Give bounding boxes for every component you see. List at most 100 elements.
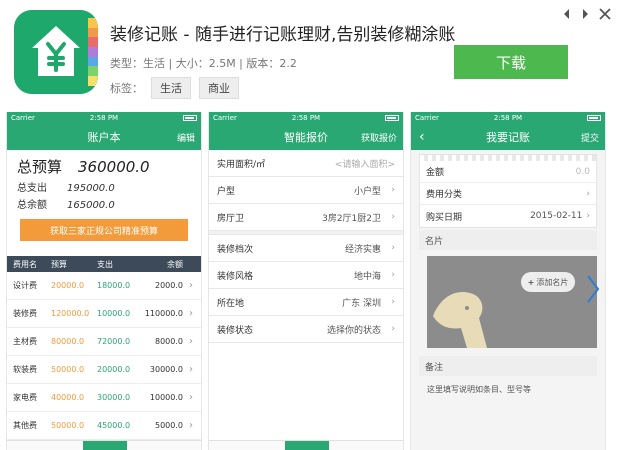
date-field[interactable]: 购买日期 2015-02-11 › xyxy=(420,205,596,227)
close-icon[interactable] xyxy=(598,6,612,22)
date-label: 购买日期 xyxy=(426,212,463,223)
status-field[interactable]: 装修状态 选择你的状态 › xyxy=(209,316,403,343)
chevron-right-icon: › xyxy=(189,336,193,347)
grade-field[interactable]: 装修档次 经济实惠 › xyxy=(209,235,403,262)
location-value: 广东 深圳 xyxy=(342,298,381,309)
total-balance-value: 165000.0 xyxy=(67,200,115,211)
carrier-label: Carrier xyxy=(213,114,237,122)
nav-bar: ‹ 我要记账 提交 xyxy=(411,124,605,150)
table-row[interactable]: 家电费 40000.0 30000.0 10000.0 › xyxy=(7,384,201,412)
carrier-label: Carrier xyxy=(11,114,35,122)
row-name: 软装费 xyxy=(13,365,37,374)
page-title: 账户本 xyxy=(87,131,121,144)
tag-business[interactable]: 商业 xyxy=(199,77,239,99)
silhouette-illustration xyxy=(433,292,487,348)
prev-arrow-icon[interactable] xyxy=(560,6,574,22)
row-balance: 2000.0 xyxy=(155,281,183,290)
amount-field[interactable]: 金额 0.0 xyxy=(420,161,596,183)
style-label: 装修风格 xyxy=(217,271,254,282)
category-field[interactable]: 费用分类 › xyxy=(420,183,596,205)
row-spent: 45000.0 xyxy=(97,421,131,430)
status-label: 装修状态 xyxy=(217,325,254,336)
row-budget: 50000.0 xyxy=(51,421,85,430)
carrier-label: Carrier xyxy=(415,114,439,122)
tab-bar[interactable] xyxy=(7,440,201,450)
table-row[interactable]: 设计费 20000.0 18000.0 2000.0 › xyxy=(7,272,201,300)
battery-icon xyxy=(385,115,399,121)
screenshot-add-entry: Carrier 2:58 PM ‹ 我要记账 提交 金额 0.0 费用分类 › … xyxy=(410,112,606,450)
table-row[interactable]: 主材费 80000.0 72000.0 8000.0 › xyxy=(7,328,201,356)
add-card-button[interactable]: + 添加名片 xyxy=(521,272,575,292)
chevron-right-icon: › xyxy=(391,270,395,280)
area-label: 实用面积/㎡ xyxy=(217,159,266,170)
status-time: 2:58 PM xyxy=(291,114,321,122)
row-spent: 72000.0 xyxy=(97,337,131,346)
budget-summary: 总预算 360000.0 总支出 195000.0 总余额 165000.0 xyxy=(7,150,201,211)
chevron-right-icon: › xyxy=(586,211,590,221)
amount-input[interactable]: 0.0 xyxy=(576,167,590,177)
expense-table: 费用名 预算 支出 余额 设计费 20000.0 18000.0 2000.0 … xyxy=(7,256,201,440)
tab-active[interactable] xyxy=(285,441,329,450)
status-time: 2:58 PM xyxy=(89,114,119,122)
receipt-card: 金额 0.0 费用分类 › 购买日期 2015-02-11 › xyxy=(419,154,597,228)
grade-label: 装修档次 xyxy=(217,244,254,255)
tag-life[interactable]: 生活 xyxy=(151,77,191,99)
chevron-right-icon: › xyxy=(391,185,395,195)
table-row[interactable]: 其他费 50000.0 45000.0 5000.0 › xyxy=(7,412,201,440)
get-quote-button[interactable]: 获取三家正规公司精准预算 xyxy=(20,219,188,241)
app-title: 装修记账 - 随手进行记账理财,告别装修糊涂账 xyxy=(110,25,456,45)
tab-active[interactable] xyxy=(83,441,127,450)
row-budget: 40000.0 xyxy=(51,393,85,402)
battery-icon xyxy=(183,115,197,121)
row-name: 主材费 xyxy=(13,337,37,346)
tags-label: 标签： xyxy=(110,82,143,95)
edit-button[interactable]: 编辑 xyxy=(177,131,195,144)
app-meta: 类型：生活 | 大小：2.5M | 版本：2.2 xyxy=(110,57,297,70)
chevron-right-icon: › xyxy=(586,188,590,199)
area-input[interactable]: <请输入面积> xyxy=(335,157,395,170)
date-value: 2015-02-11 xyxy=(530,211,583,221)
row-balance: 30000.0 xyxy=(149,365,183,374)
chevron-right-icon[interactable] xyxy=(586,274,600,304)
style-value: 地中海 xyxy=(353,271,381,282)
table-row[interactable]: 软装费 50000.0 20000.0 30000.0 › xyxy=(7,356,201,384)
row-name: 装修费 xyxy=(13,309,37,318)
area-field[interactable]: 实用面积/㎡ <请输入面积> xyxy=(209,150,403,177)
style-field[interactable]: 装修风格 地中海 › xyxy=(209,262,403,289)
chevron-right-icon: › xyxy=(189,392,193,403)
location-label: 所在地 xyxy=(217,298,245,309)
location-field[interactable]: 所在地 广东 深圳 › xyxy=(209,289,403,316)
amount-label: 金额 xyxy=(426,168,445,178)
status-time: 2:58 PM xyxy=(493,114,523,122)
total-budget-value: 360000.0 xyxy=(78,158,150,176)
rooms-value: 3房2厅1厨2卫 xyxy=(322,213,381,224)
next-arrow-icon[interactable] xyxy=(578,6,592,22)
business-card-photo[interactable]: + 添加名片 xyxy=(427,256,597,348)
col-name: 费用名 xyxy=(13,259,37,269)
total-spent-label: 总支出 xyxy=(17,183,47,194)
row-spent: 10000.0 xyxy=(97,309,131,318)
row-spent: 18000.0 xyxy=(97,281,131,290)
chevron-right-icon: › xyxy=(189,308,193,319)
screenshot-smart-quote: Carrier 2:58 PM 智能报价 获取报价 实用面积/㎡ <请输入面积>… xyxy=(208,112,404,450)
status-bar: Carrier 2:58 PM xyxy=(7,112,201,124)
row-budget: 80000.0 xyxy=(51,337,85,346)
chevron-right-icon: › xyxy=(391,212,395,222)
get-quote-nav-button[interactable]: 获取报价 xyxy=(361,131,397,144)
status-bar: Carrier 2:58 PM xyxy=(209,112,403,124)
remarks-input[interactable]: 这里填写说明如条目、型号等 xyxy=(427,384,597,395)
download-button[interactable]: 下载 xyxy=(454,45,568,79)
rooms-field[interactable]: 房厅卫 3房2厅1厨2卫 › xyxy=(209,204,403,231)
chevron-right-icon: › xyxy=(189,364,193,375)
row-balance: 10000.0 xyxy=(149,393,183,402)
row-balance: 5000.0 xyxy=(155,421,183,430)
row-budget: 50000.0 xyxy=(51,365,85,374)
card-section-header: 名片 xyxy=(419,230,597,250)
add-card-label: 添加名片 xyxy=(536,277,569,287)
nav-bar: 账户本 编辑 xyxy=(7,124,201,150)
tab-bar[interactable] xyxy=(209,440,403,450)
layout-field[interactable]: 户型 小户型 › xyxy=(209,177,403,204)
submit-button[interactable]: 提交 xyxy=(581,131,599,144)
table-row[interactable]: 装修费 120000.0 10000.0 110000.0 › xyxy=(7,300,201,328)
house-yen-icon xyxy=(14,10,98,94)
